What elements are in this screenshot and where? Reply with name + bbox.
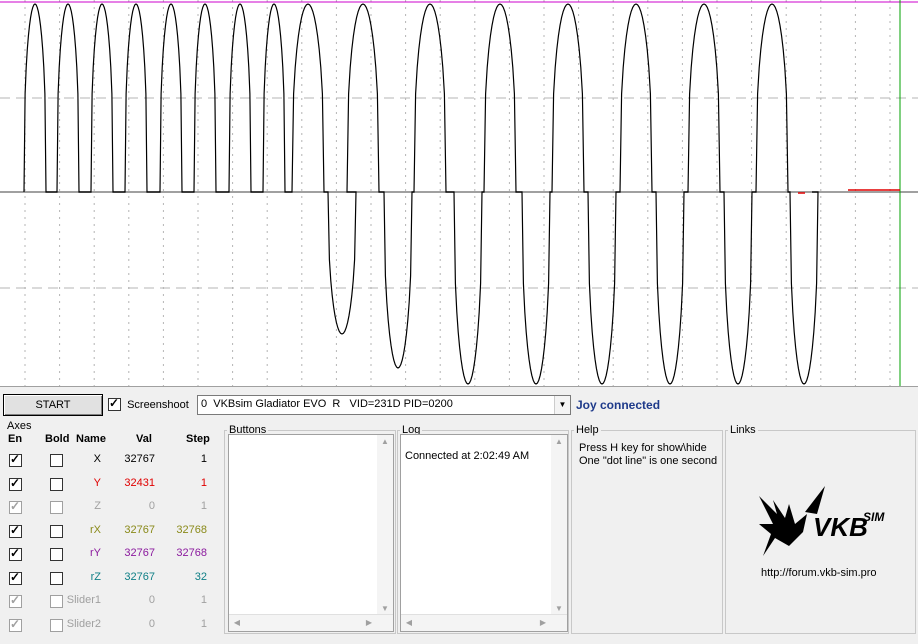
- signal-plot-svg: [0, 0, 918, 386]
- axis-step: 1: [200, 617, 207, 630]
- axis-row: rY 32767 32768: [0, 544, 216, 564]
- help-text: Press H key for show\hide One "dot line"…: [579, 442, 719, 468]
- axis-enable-checkbox[interactable]: [9, 476, 22, 491]
- axis-name: rX: [90, 523, 101, 536]
- axis-step: 1: [200, 500, 207, 512]
- screenshot-checkbox[interactable]: [108, 396, 121, 411]
- axis-row: rX 32767 32768: [0, 521, 216, 541]
- axis-step: 32: [194, 570, 207, 583]
- axis-value: 0: [148, 617, 155, 630]
- help-line-2: One "dot line" is one second: [579, 455, 718, 467]
- axis-bold-checkbox[interactable]: [50, 501, 63, 514]
- header-val: Val: [136, 433, 152, 445]
- axis-enable-checkbox[interactable]: [9, 499, 22, 514]
- header-en: En: [8, 433, 23, 445]
- axis-bold-checkbox[interactable]: [50, 454, 63, 467]
- axis-step: 1: [200, 594, 207, 606]
- axes-table: En Bold Name Val Step X 32767 1 Y 32431 1 Z 0 1 r…: [0, 430, 222, 640]
- links-title: Links: [730, 424, 756, 436]
- buttons-vscroll[interactable]: ▲ ▼: [377, 435, 393, 615]
- axis-name: rY: [90, 547, 101, 559]
- logo-text: VKB: [813, 512, 868, 542]
- scroll-right-icon[interactable]: ▶: [535, 618, 551, 627]
- axis-bold-checkbox[interactable]: [50, 571, 63, 585]
- axis-enable-checkbox[interactable]: [9, 570, 22, 585]
- scroll-down-icon[interactable]: ▼: [377, 604, 393, 613]
- log-hscroll[interactable]: ◀ ▶: [401, 614, 567, 631]
- axis-value: 32431: [124, 476, 155, 489]
- scroll-down-icon[interactable]: ▼: [551, 604, 567, 613]
- device-select-value: 0 VKBsim Gladiator EVO R VID=231D PID=02…: [201, 398, 453, 410]
- axis-name: Y: [93, 476, 101, 489]
- chevron-down-icon[interactable]: ▼: [554, 396, 570, 414]
- axis-row: rZ 32767 32: [0, 568, 216, 588]
- buttons-hscroll[interactable]: ◀ ▶: [229, 614, 393, 631]
- axis-bold-checkbox[interactable]: [50, 477, 63, 491]
- axis-row: Z 0 1: [0, 497, 216, 517]
- help-line-1: Press H key for show\hide: [579, 442, 707, 454]
- screenshot-label: Screenshoot: [127, 398, 189, 411]
- axis-enable-checkbox[interactable]: [9, 593, 22, 608]
- log-line: Connected at 2:02:49 AM: [405, 450, 530, 462]
- axis-row: Slider1 0 1: [0, 591, 216, 611]
- axis-value: 0: [148, 500, 155, 512]
- log-list[interactable]: Connected at 2:02:49 AM ▲ ▼ ◀ ▶: [400, 434, 568, 632]
- axis-step: 32768: [176, 547, 207, 559]
- axis-row: Y 32431 1: [0, 474, 216, 494]
- axis-enable-checkbox[interactable]: [9, 617, 22, 632]
- axis-name: Slider1: [66, 594, 101, 606]
- axes-header-row: En Bold Name Val Step: [0, 430, 216, 450]
- axis-value: 32767: [124, 523, 155, 536]
- help-title: Help: [576, 424, 599, 436]
- waveform-trace: [23, 3, 819, 385]
- header-name: Name: [76, 433, 106, 445]
- axis-enable-checkbox[interactable]: [9, 546, 22, 561]
- axis-name: rZ: [90, 570, 101, 583]
- device-select[interactable]: 0 VKBsim Gladiator EVO R VID=231D PID=02…: [197, 395, 571, 415]
- header-step: Step: [186, 433, 210, 445]
- axis-name: Slider2: [66, 617, 101, 630]
- axis-bold-checkbox[interactable]: [50, 524, 63, 538]
- scroll-left-icon[interactable]: ◀: [229, 618, 245, 627]
- axis-step: 32768: [176, 523, 207, 536]
- forum-link[interactable]: http://forum.vkb-sim.pro: [761, 567, 877, 579]
- axis-value: 32767: [124, 570, 155, 583]
- scroll-left-icon[interactable]: ◀: [401, 618, 417, 627]
- scroll-up-icon[interactable]: ▲: [377, 437, 393, 446]
- screenshot-checkbox-group[interactable]: Screenshoot: [108, 396, 189, 411]
- axis-row: Slider2 0 1: [0, 615, 216, 635]
- axis-value: 0: [148, 594, 155, 606]
- logo-sup: SIM: [863, 510, 885, 524]
- log-vscroll[interactable]: ▲ ▼: [551, 435, 567, 615]
- axis-value: 32767: [124, 453, 155, 465]
- axis-value: 32767: [124, 547, 155, 559]
- axis-bold-checkbox[interactable]: [50, 618, 63, 632]
- axis-step: 1: [200, 476, 207, 489]
- axis-name: Z: [94, 500, 101, 512]
- vkb-logo[interactable]: VKB SIM: [755, 484, 895, 559]
- header-bold: Bold: [45, 433, 70, 445]
- axis-bold-checkbox[interactable]: [50, 548, 63, 561]
- start-button[interactable]: START: [3, 394, 103, 416]
- scroll-right-icon[interactable]: ▶: [361, 618, 377, 627]
- axis-enable-checkbox[interactable]: [9, 523, 22, 538]
- axis-name: X: [93, 453, 101, 465]
- scroll-up-icon[interactable]: ▲: [551, 437, 567, 446]
- axis-step: 1: [200, 453, 207, 465]
- axis-row: X 32767 1: [0, 450, 216, 470]
- signal-plot: [0, 0, 918, 387]
- axis-enable-checkbox[interactable]: [9, 452, 22, 467]
- axis-bold-checkbox[interactable]: [50, 595, 63, 608]
- buttons-list[interactable]: ▲ ▼ ◀ ▶: [228, 434, 394, 632]
- connection-status: Joy connected: [576, 398, 661, 412]
